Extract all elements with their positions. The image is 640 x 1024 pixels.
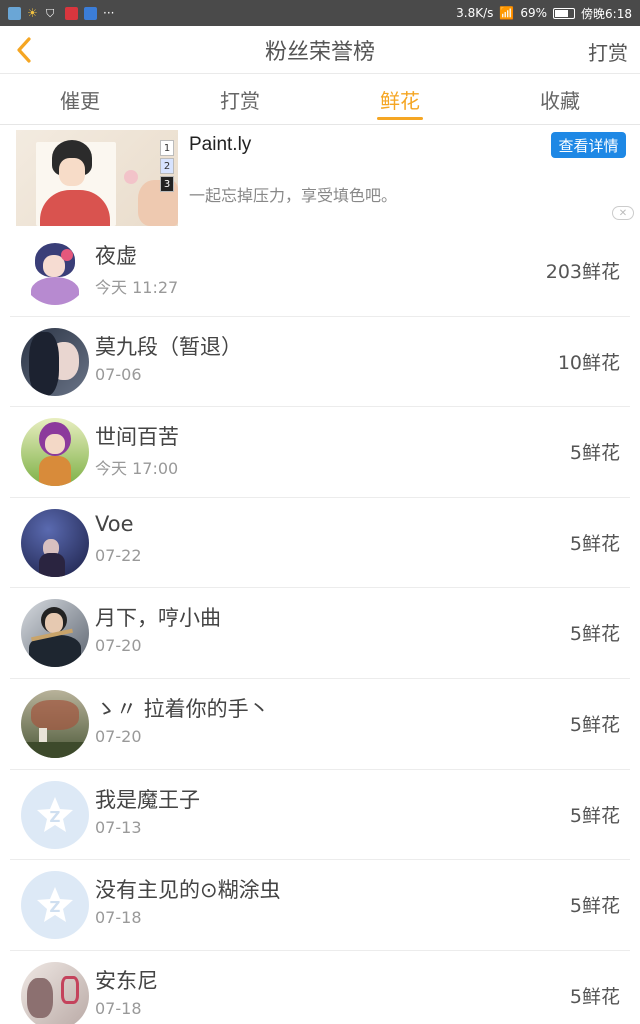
avatar[interactable] <box>21 961 89 1024</box>
default-avatar-icon: Z <box>37 796 73 832</box>
date: 07-20 <box>95 726 142 746</box>
list-item[interactable]: Z 我是魔王子 07-13 5鲜花 <box>10 770 630 861</box>
list-item[interactable]: Z 没有主见的⊙糊涂虫 07-18 5鲜花 <box>10 860 630 951</box>
flower-count: 5鲜花 <box>569 804 620 827</box>
notification-icons: ☀ ⛉ ··· <box>8 6 114 20</box>
ad-title: Paint.ly <box>189 134 252 155</box>
list-item[interactable]: 月下，哼小曲 07-20 5鲜花 <box>10 588 630 679</box>
flower-count: 203鲜花 <box>545 261 620 283</box>
tab-urge[interactable]: 催更 <box>0 75 160 124</box>
flower-count: 5鲜花 <box>569 532 620 555</box>
avatar[interactable] <box>21 327 89 396</box>
date: 07-06 <box>95 364 142 384</box>
sun-icon: ☀ <box>27 5 38 20</box>
number-tile: 2 <box>160 158 174 174</box>
avatar[interactable] <box>21 418 89 487</box>
avatar[interactable] <box>21 599 89 668</box>
more-icon: ··· <box>103 6 115 20</box>
fan-list: 夜虚 今天 11:27 203鲜花 莫九段（暂退） 07-06 10鲜花 世间百… <box>0 226 640 1024</box>
nav-header: 粉丝荣誉榜 打赏 <box>0 26 640 74</box>
flower-count: 5鲜花 <box>569 895 620 918</box>
svg-text:Z: Z <box>50 898 61 916</box>
list-item[interactable]: 世间百苦 今天 17:00 5鲜花 <box>10 407 630 498</box>
status-bar: ☀ ⛉ ··· 3.8K/s 📶 69% 傍晚6:18 <box>0 0 640 26</box>
flower-count: 5鲜花 <box>569 623 620 646</box>
tab-bar: 催更 打赏 鲜花 收藏 <box>0 75 640 125</box>
date: 今天 11:27 <box>95 278 179 297</box>
ad-details-button[interactable]: 查看详情 <box>551 132 626 158</box>
default-avatar-icon: Z <box>37 887 73 923</box>
avatar[interactable]: Z <box>21 871 89 940</box>
avatar[interactable] <box>21 508 89 577</box>
user-name: Voe <box>95 511 134 536</box>
user-name: 莫九段（暂退） <box>95 334 242 359</box>
date: 07-18 <box>95 908 142 928</box>
ad-image-flower <box>124 170 138 184</box>
date: 07-22 <box>95 545 142 565</box>
wifi-icon: 📶 <box>499 6 515 20</box>
ad-image[interactable]: 1 2 3 <box>16 130 178 226</box>
user-name: 我是魔王子 <box>95 787 200 812</box>
app-notification-icon <box>84 6 97 20</box>
tab-reward[interactable]: 打赏 <box>160 75 320 124</box>
flower-count: 10鲜花 <box>557 351 620 374</box>
list-item[interactable]: Voe 07-22 5鲜花 <box>10 498 630 589</box>
user-name: 安东尼 <box>95 968 158 993</box>
list-item[interactable]: 夜虚 今天 11:27 203鲜花 <box>10 226 630 317</box>
svg-text:Z: Z <box>50 808 61 826</box>
user-name: 月下，哼小曲 <box>95 606 221 631</box>
ad-image-face <box>59 158 85 186</box>
list-item[interactable]: 安东尼 07-18 5鲜花 <box>10 951 630 1024</box>
chevron-left-icon <box>17 37 31 63</box>
date: 07-18 <box>95 998 142 1018</box>
number-tile: 1 <box>160 140 174 156</box>
avatar[interactable] <box>21 689 89 758</box>
page-title: 粉丝荣誉榜 <box>264 39 375 65</box>
list-item[interactable]: 莫九段（暂退） 07-06 10鲜花 <box>10 317 630 408</box>
app-notification-icon <box>65 6 78 20</box>
shield-icon: ⛉ <box>46 6 55 20</box>
number-tile: 3 <box>160 176 174 192</box>
list-item[interactable]: ゝ〃 拉着你的手丶 07-20 5鲜花 <box>10 679 630 770</box>
battery-percent: 69% <box>520 6 548 20</box>
user-name: ゝ〃 拉着你的手丶 <box>95 696 270 721</box>
reward-button[interactable]: 打赏 <box>588 37 628 66</box>
date: 今天 17:00 <box>95 459 179 479</box>
flower-count: 5鲜花 <box>569 713 620 736</box>
close-icon[interactable]: ✕ <box>612 206 634 220</box>
date: 07-13 <box>95 817 142 837</box>
ad-banner[interactable]: 1 2 3 Paint.ly 一起忘掉压力，享受填色吧。 <box>0 126 640 226</box>
tab-flowers[interactable]: 鲜花 <box>320 75 480 124</box>
battery-icon <box>553 7 576 19</box>
net-speed: 3.8K/s <box>456 6 494 20</box>
avatar[interactable] <box>21 237 89 305</box>
date: 07-20 <box>95 636 142 656</box>
user-name: 夜虚 <box>95 244 137 268</box>
ad-description: 一起忘掉压力，享受填色吧。 <box>189 186 398 205</box>
back-button[interactable] <box>8 34 40 66</box>
user-name: 世间百苦 <box>95 425 179 450</box>
flower-count: 5鲜花 <box>569 985 620 1008</box>
flower-count: 5鲜花 <box>569 442 620 465</box>
avatar[interactable]: Z <box>21 780 89 849</box>
tab-favorites[interactable]: 收藏 <box>480 75 640 124</box>
ad-image-number-tiles: 1 2 3 <box>160 140 174 192</box>
clock: 傍晚6:18 <box>581 6 632 21</box>
user-name: 没有主见的⊙糊涂虫 <box>95 878 281 903</box>
app-notification-icon <box>8 6 21 20</box>
